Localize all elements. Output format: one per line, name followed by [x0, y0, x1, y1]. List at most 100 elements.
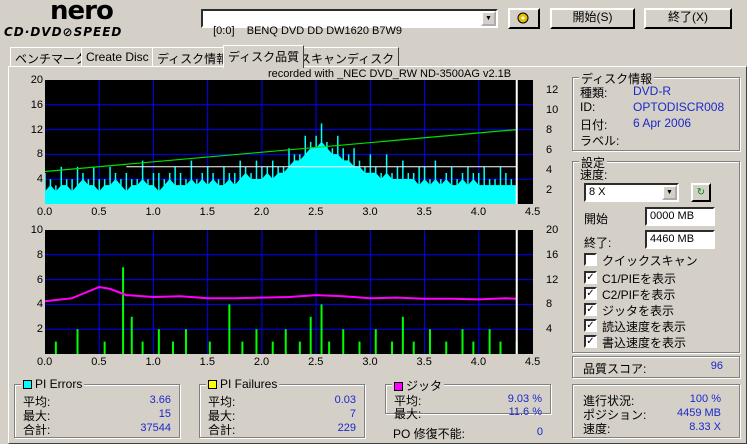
refresh-icon: ↻: [696, 187, 706, 198]
jitter-group: ジッタ 平均: 9.03 % 最大: 11.6 %: [385, 377, 551, 421]
settings-group: 設定 速度: 8 X ▼ ↻ 開始 0000 MB 終了: 4460 MB クイ…: [572, 154, 740, 353]
start-input[interactable]: 0000 MB: [645, 207, 715, 226]
axis-tick-label: 6: [36, 273, 43, 286]
x-tick-label: 4.0: [470, 356, 487, 368]
show-read-speed-checkbox[interactable]: ✓: [584, 319, 597, 332]
x-tick-label: 4.5: [525, 356, 541, 368]
x-tick-label: 3.0: [362, 356, 378, 368]
show-write-speed-checkbox[interactable]: ✓: [584, 335, 597, 348]
progress-position-value: 4459 MB: [676, 407, 721, 419]
disc-type-label: 種類:: [580, 86, 608, 100]
axis-tick-label: 4: [546, 164, 553, 176]
jitter-swatch: [394, 382, 403, 391]
exit-button[interactable]: 終了(X): [644, 8, 732, 29]
jitter-avg-value: 9.03 %: [507, 393, 542, 405]
show-jitter-checkbox[interactable]: ✓: [584, 303, 597, 316]
x-tick-label: 0.5: [91, 206, 107, 218]
chevron-down-icon[interactable]: ▼: [662, 185, 677, 200]
pi-errors-max-value: 15: [158, 408, 171, 420]
show-c2-pif-label: C2/PIFを表示: [602, 288, 676, 302]
chart-header: recorded with _NEC DVD_RW ND-3500AG v2.1…: [268, 68, 512, 80]
cd-dvd-speed-logo: CD·DVD⊘SPEED: [4, 25, 123, 39]
disc-date-value: 6 Apr 2006: [633, 116, 692, 130]
x-tick-label: 2.0: [253, 356, 270, 368]
tab-disc-info[interactable]: ディスク情報: [152, 47, 234, 67]
show-read-speed-label: 読込速度を表示: [602, 320, 687, 334]
quick-scan-checkbox[interactable]: [584, 253, 597, 266]
quality-score-value: 96: [710, 360, 723, 372]
axis-tick-label: 16: [546, 248, 559, 261]
end-label: 終了:: [584, 236, 612, 250]
start-label: 開始: [584, 212, 609, 226]
axis-tick-label: 4: [546, 323, 553, 336]
nero-logo: nero: [50, 0, 114, 26]
show-c1-pie-label: C1/PIEを表示: [602, 272, 677, 286]
x-tick-label: 0.0: [37, 356, 53, 368]
tab-disc-quality[interactable]: ディスク品質: [223, 45, 305, 68]
axis-tick-label: 4: [36, 173, 43, 186]
axis-tick-label: 2: [36, 323, 43, 336]
start-button[interactable]: 開始(S): [550, 8, 635, 29]
show-c1-pie-checkbox[interactable]: ✓: [584, 271, 597, 284]
show-jitter-label: ジッタを表示: [602, 304, 675, 318]
disc-date-label: 日付:: [580, 118, 608, 132]
tab-create-disc[interactable]: Create Disc: [81, 47, 154, 67]
disc-info-group: ディスク情報 種類: DVD-R ID: OPTODISCR008 日付: 6 …: [572, 70, 740, 151]
axis-tick-label: 20: [30, 74, 43, 86]
axis-tick-label: 12: [30, 123, 43, 136]
x-tick-label: 1.5: [199, 206, 215, 218]
po-unrecoverable-label: PO 修復不能:: [393, 427, 466, 441]
progress-group: 進行状況: 100 % ポジション: 4459 MB 速度: 8.33 X: [572, 384, 740, 438]
pi-failures-title: PI Failures: [206, 377, 280, 391]
speed-select[interactable]: 8 X ▼: [584, 183, 679, 202]
show-write-speed-label: 書込速度を表示: [602, 336, 687, 350]
jitter-max-label: 最大:: [394, 407, 422, 421]
pi-failures-chart-svg: [44, 230, 533, 354]
pi-failures-avg-value: 0.03: [334, 394, 356, 406]
pi-errors-title-text: PI Errors: [35, 377, 83, 391]
axis-tick-label: 10: [30, 224, 43, 236]
pi-failures-chart: [44, 230, 533, 354]
axis-tick-label: 20: [546, 224, 559, 236]
drive-icon: [517, 12, 529, 24]
pi-failures-group: PI Failures 平均: 0.03 最大: 7 合計: 229: [199, 377, 365, 438]
end-input[interactable]: 4460 MB: [645, 230, 715, 249]
x-tick-label: 3.5: [416, 356, 432, 368]
progress-speed-value: 8.33 X: [689, 421, 721, 433]
pi-errors-title: PI Errors: [21, 377, 85, 391]
quality-score-group: 品質スコア: 96: [572, 356, 740, 378]
chevron-down-icon[interactable]: ▼: [481, 11, 496, 26]
x-tick-label: 4.5: [525, 206, 541, 218]
x-tick-label: 3.0: [362, 206, 378, 218]
refresh-speed-button[interactable]: ↻: [691, 183, 711, 202]
axis-tick-label: 4: [36, 298, 43, 311]
drive-select-value: [0:0] BENQ DVD DD DW1620 B7W9: [213, 25, 403, 37]
disc-label-label: ラベル:: [580, 134, 620, 148]
pi-errors-avg-value: 3.66: [149, 394, 171, 406]
tab-scan-disc[interactable]: スキャンディスク: [294, 47, 400, 67]
x-tick-label: 2.5: [308, 356, 324, 368]
axis-tick-label: 8: [546, 298, 553, 311]
jitter-max-value: 11.6 %: [508, 406, 542, 418]
x-tick-label: 3.5: [416, 206, 432, 218]
pi-errors-chart-svg: [44, 80, 533, 205]
tab-benchmark[interactable]: ベンチマーク: [10, 47, 93, 67]
po-unrecoverable-value: 0: [536, 426, 543, 438]
axis-tick-label: 12: [546, 273, 559, 286]
show-c2-pif-checkbox[interactable]: ✓: [584, 287, 597, 300]
axis-tick-label: 16: [30, 98, 43, 111]
x-tick-label: 0.5: [91, 356, 107, 368]
pi-failures-total-label: 合計:: [208, 423, 236, 437]
axis-tick-label: 8: [36, 248, 43, 261]
drive-select[interactable]: [0:0] BENQ DVD DD DW1620 B7W9 ▼: [201, 9, 498, 37]
x-tick-label: 0.0: [37, 206, 53, 218]
disc-type-value: DVD-R: [633, 84, 671, 98]
axis-tick-label: 10: [546, 104, 559, 116]
pi-errors-group: PI Errors 平均: 3.66 最大: 15 合計: 37544: [14, 377, 180, 438]
x-tick-label: 2.0: [253, 206, 270, 218]
axis-tick-label: 12: [546, 84, 559, 96]
speed-label: 速度:: [580, 168, 608, 182]
progress-status-value: 100 %: [689, 393, 721, 405]
drive-refresh-button[interactable]: [508, 8, 540, 29]
x-tick-label: 1.5: [199, 356, 215, 368]
